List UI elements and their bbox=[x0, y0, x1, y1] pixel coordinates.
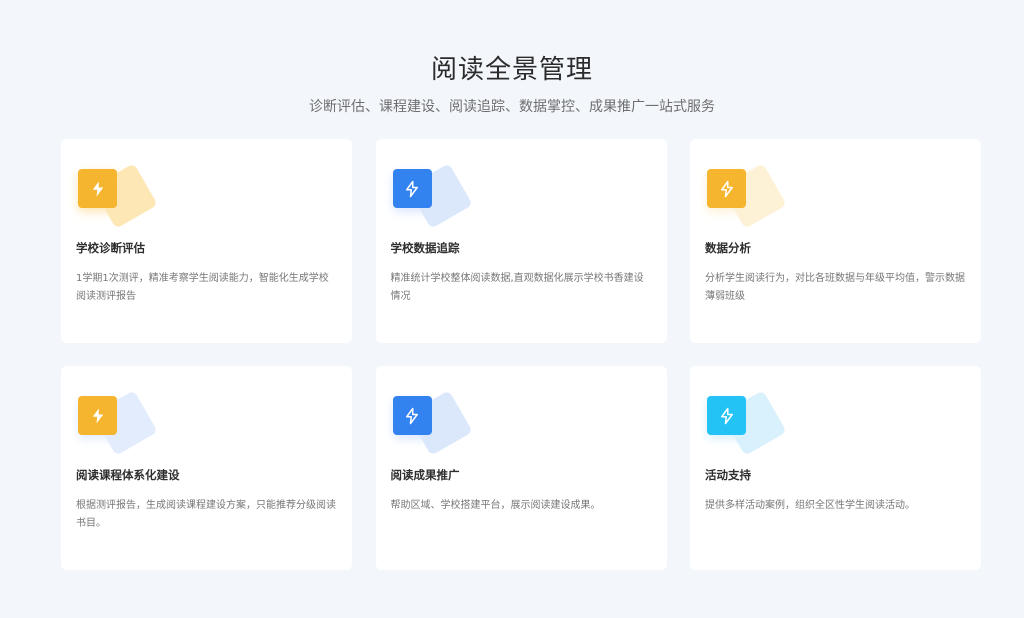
lightning-bolt-icon bbox=[707, 396, 746, 435]
card-description: 帮助区域、学校搭建平台，展示阅读建设成果。 bbox=[390, 500, 601, 511]
page-title: 阅读全景管理 bbox=[430, 55, 593, 85]
lightning-bolt-icon bbox=[392, 169, 432, 208]
lightning-bolt-icon bbox=[392, 396, 432, 435]
card-description: 根据测评报告，生成阅读课程建设方案，只能推荐分级阅读书目。 bbox=[76, 500, 336, 529]
card-icon-wrapper bbox=[707, 390, 787, 466]
card-title: 学校诊断评估 bbox=[76, 241, 145, 255]
card-title: 学校数据追踪 bbox=[390, 241, 460, 255]
card-description: 1学期1次测评，精准考察学生阅读能力，智能化生成学校阅读测评报告 bbox=[76, 273, 329, 302]
card-title: 阅读成果推广 bbox=[390, 468, 460, 482]
feature-card-diagnosis[interactable]: 学校诊断评估 1学期1次测评，精准考察学生阅读能力，智能化生成学校阅读测评报告 bbox=[61, 139, 352, 343]
feature-card-promotion[interactable]: 阅读成果推广 帮助区域、学校搭建平台，展示阅读建设成果。 bbox=[375, 366, 667, 570]
card-description: 精准统计学校整体阅读数据,直观数据化展示学校书香建设情况 bbox=[390, 273, 644, 302]
card-icon-wrapper bbox=[392, 390, 473, 466]
card-title: 数据分析 bbox=[705, 241, 751, 255]
feature-card-curriculum[interactable]: 阅读课程体系化建设 根据测评报告，生成阅读课程建设方案，只能推荐分级阅读书目。 bbox=[61, 366, 352, 570]
card-icon-wrapper bbox=[392, 163, 473, 239]
feature-grid: 学校诊断评估 1学期1次测评，精准考察学生阅读能力，智能化生成学校阅读测评报告 … bbox=[61, 139, 981, 570]
card-icon-wrapper bbox=[78, 163, 158, 239]
lightning-bolt-icon bbox=[78, 169, 117, 208]
feature-card-data-analysis[interactable]: 数据分析 分析学生阅读行为，对比各班数据与年级平均值，警示数据薄弱班级 bbox=[690, 139, 981, 343]
card-description: 分析学生阅读行为，对比各班数据与年级平均值，警示数据薄弱班级 bbox=[705, 273, 965, 302]
lightning-bolt-icon bbox=[707, 169, 746, 208]
page-subtitle: 诊断评估、课程建设、阅读追踪、数据掌控、成果推广一站式服务 bbox=[309, 99, 715, 115]
card-description: 提供多样活动案例，组织全区性学生阅读活动。 bbox=[705, 500, 915, 511]
feature-card-data-tracking[interactable]: 学校数据追踪 精准统计学校整体阅读数据,直观数据化展示学校书香建设情况 bbox=[375, 139, 667, 343]
feature-card-activity[interactable]: 活动支持 提供多样活动案例，组织全区性学生阅读活动。 bbox=[690, 366, 981, 570]
lightning-bolt-icon bbox=[78, 396, 117, 435]
card-title: 阅读课程体系化建设 bbox=[76, 468, 180, 482]
card-icon-wrapper bbox=[707, 163, 787, 239]
page-header: 阅读全景管理 诊断评估、课程建设、阅读追踪、数据掌控、成果推广一站式服务 bbox=[0, 50, 1024, 118]
card-icon-wrapper bbox=[78, 390, 158, 466]
card-title: 活动支持 bbox=[705, 468, 751, 482]
